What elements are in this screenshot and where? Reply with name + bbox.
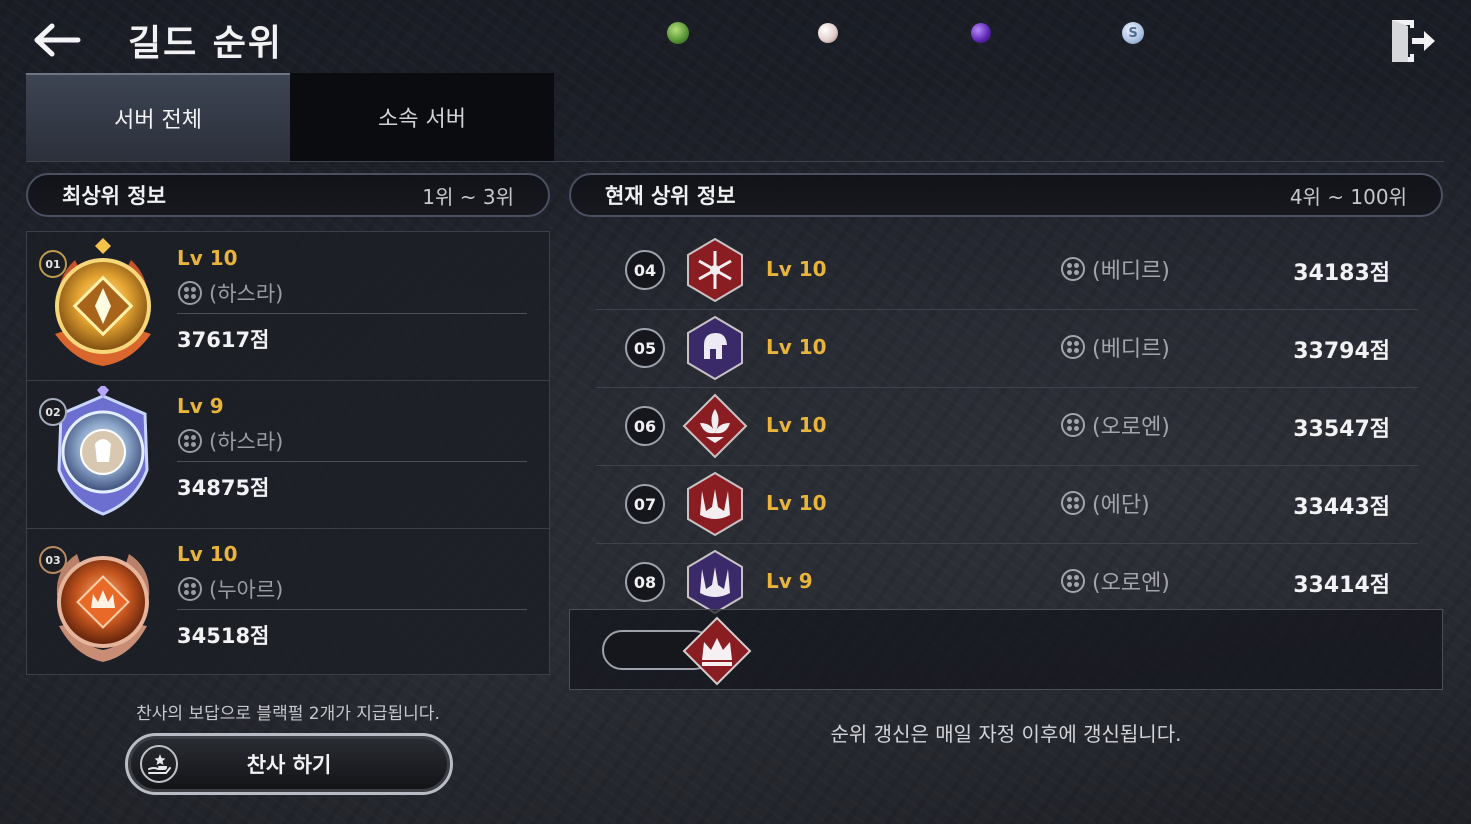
guild-server: (하스라) [177,426,283,456]
top-rank-panel: 01 Lv 10 (하스라) 37617점 02 Lv 9 (하스라) 3487… [26,231,550,675]
guild-score: 34518점 [177,624,270,648]
purple-orb-icon [971,23,991,43]
server-icon [1061,257,1085,281]
update-note: 순위 갱신은 매일 자정 이후에 갱신됩니다. [830,722,1182,746]
guild-server-name: (오로엔) [1092,571,1170,596]
guild-level: Lv 10 [766,257,827,281]
currency-purple-orb [971,20,991,46]
silver-coin-icon: S [1122,22,1144,44]
currency-green-gem [667,20,689,46]
guild-level: Lv 10 [177,542,238,566]
rank-row[interactable]: 04 Lv 10 (베디르) 34183점 [596,231,1418,310]
tab-my-server[interactable]: 소속 서버 [290,73,554,161]
guild-server-name: (오로엔) [1092,415,1170,440]
guild-server-name: (에단) [1092,493,1150,518]
guild-server-name: (하스라) [209,282,284,306]
snowflake-crest-icon [687,237,743,303]
helmet-crest-icon [687,315,743,381]
rank-badge: 02 [39,398,67,426]
cheer-button-label: 찬사 하기 [246,753,332,777]
tab-all-servers[interactable]: 서버 전체 [26,73,290,161]
row-divider [177,609,527,610]
currency-white-pearl [818,20,838,46]
guild-level: Lv 10 [177,246,238,270]
server-icon [1061,413,1085,437]
guild-server: (누아르) [177,574,283,604]
current-section-title: 현재 상위 정보 [605,184,736,208]
server-icon [1061,491,1085,515]
exit-button[interactable] [1388,16,1438,66]
server-tabs: 서버 전체 소속 서버 [26,73,555,161]
rank-number: 06 [625,406,665,446]
top-section-range: 1위 ~ 3위 [422,184,514,209]
rank-number: 04 [625,250,665,290]
arrow-left-icon [34,23,81,57]
guild-server-name: (베디르) [1092,337,1170,362]
currency-silver-coin: S [1122,20,1144,46]
top-section-title: 최상위 정보 [62,184,166,208]
rank-badge: 01 [39,250,67,278]
server-icon [178,281,202,305]
guild-score: 34875점 [177,476,270,500]
my-guild-row[interactable] [569,609,1443,690]
exit-door-icon [1392,20,1435,62]
guild-server: (베디르) [1060,331,1170,363]
guild-server: (베디르) [1060,253,1170,285]
rank-row[interactable]: 06 Lv 10 (오로엔) 33547점 [596,387,1418,466]
lotus-crest-icon [682,393,748,459]
cheer-button[interactable]: 찬사 하기 [125,733,453,795]
row-divider [177,461,527,462]
green-gem-icon [667,22,689,44]
rank-number: 07 [625,484,665,524]
row-divider [177,313,527,314]
guild-server-name: (베디르) [1092,259,1170,284]
top-rank-row[interactable]: 03 Lv 10 (누아르) 34518점 [27,528,549,676]
top-rank-row[interactable]: 02 Lv 9 (하스라) 34875점 [27,380,549,529]
guild-level: Lv 9 [177,394,224,418]
white-pearl-icon [818,23,838,43]
trident-crest-icon [687,549,743,615]
server-icon [1061,335,1085,359]
guild-level: Lv 10 [766,335,827,359]
top-section-header: 최상위 정보 1위 ~ 3위 [26,173,550,217]
rank-number: 05 [625,328,665,368]
page-title: 길드 순위 [128,23,284,64]
guild-server: (오로엔) [1060,409,1170,441]
cheer-hand-icon [140,745,178,783]
guild-server-name: (하스라) [209,430,284,454]
rank-row[interactable]: 07 Lv 10 (에단) 33443점 [596,465,1418,544]
guild-score: 34183점 [1293,261,1390,286]
back-button[interactable] [28,18,84,62]
guild-score: 33414점 [1293,573,1390,598]
guild-server: (에단) [1060,487,1150,519]
guild-score: 33443점 [1293,495,1390,520]
tabs-divider [26,161,1444,162]
guild-server-name: (누아르) [209,578,284,602]
guild-score: 33794점 [1293,339,1390,364]
guild-server: (오로엔) [1060,565,1170,597]
rank-badge: 03 [39,546,67,574]
current-section-header: 현재 상위 정보 4위 ~ 100위 [569,173,1443,217]
trident-crest-icon [687,471,743,537]
guild-server: (하스라) [177,278,283,308]
top-rank-row[interactable]: 01 Lv 10 (하스라) 37617점 [27,232,549,381]
guild-level: Lv 10 [766,413,827,437]
server-icon [178,577,202,601]
server-icon [178,429,202,453]
guild-level: Lv 9 [766,569,813,593]
crown-crest-icon [682,616,752,686]
rank-number: 08 [625,562,665,602]
guild-score: 33547점 [1293,417,1390,442]
rank-row[interactable]: 05 Lv 10 (베디르) 33794점 [596,309,1418,388]
server-icon [1061,569,1085,593]
guild-level: Lv 10 [766,491,827,515]
guild-score: 37617점 [177,328,270,352]
current-section-range: 4위 ~ 100위 [1289,184,1407,209]
reward-note: 찬사의 보답으로 블랙펄 2개가 지급됩니다. [136,704,440,724]
